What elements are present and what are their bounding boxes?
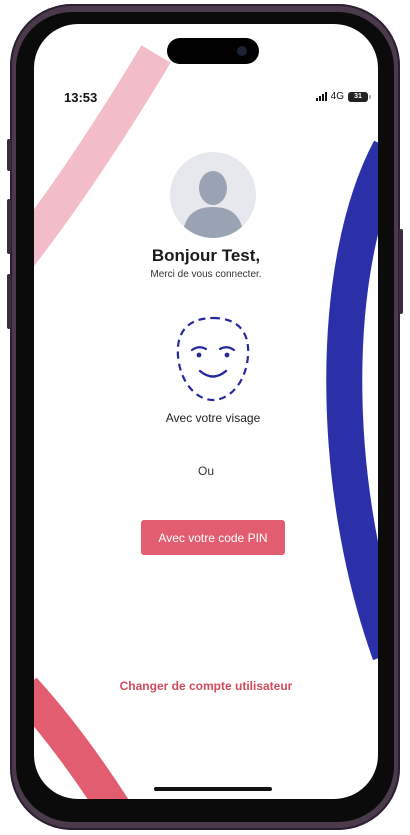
volume-up-button xyxy=(7,199,11,254)
user-silhouette-icon xyxy=(182,171,244,238)
user-avatar xyxy=(170,152,256,238)
pink-arc-bottom xyxy=(34,677,129,799)
home-indicator[interactable] xyxy=(154,787,272,791)
face-login-label: Avec votre visage xyxy=(165,411,261,425)
face-login-button[interactable]: Avec votre visage xyxy=(140,310,286,430)
blue-arc-right xyxy=(326,140,378,661)
phone-screen: 13:53 4G 31 Bonjour Test, Merci de vous … xyxy=(34,24,378,799)
pin-login-button[interactable]: Avec votre code PIN xyxy=(141,520,285,555)
network-type: 4G xyxy=(330,91,344,102)
or-separator: Ou xyxy=(197,464,214,478)
mute-switch xyxy=(7,139,11,171)
login-subtitle: Merci de vous connecter. xyxy=(150,269,262,280)
battery-icon: 31 xyxy=(348,91,371,102)
status-time: 13:53 xyxy=(64,90,98,105)
greeting-title: Bonjour Test, xyxy=(151,246,261,265)
switch-account-link[interactable]: Changer de compte utilisateur xyxy=(34,679,378,693)
volume-down-button xyxy=(7,274,11,329)
front-camera xyxy=(237,46,247,56)
dynamic-island xyxy=(167,38,259,64)
face-id-icon xyxy=(176,316,250,402)
power-button xyxy=(399,229,403,314)
status-indicators: 4G 31 xyxy=(315,91,371,102)
signal-icon xyxy=(315,92,327,101)
